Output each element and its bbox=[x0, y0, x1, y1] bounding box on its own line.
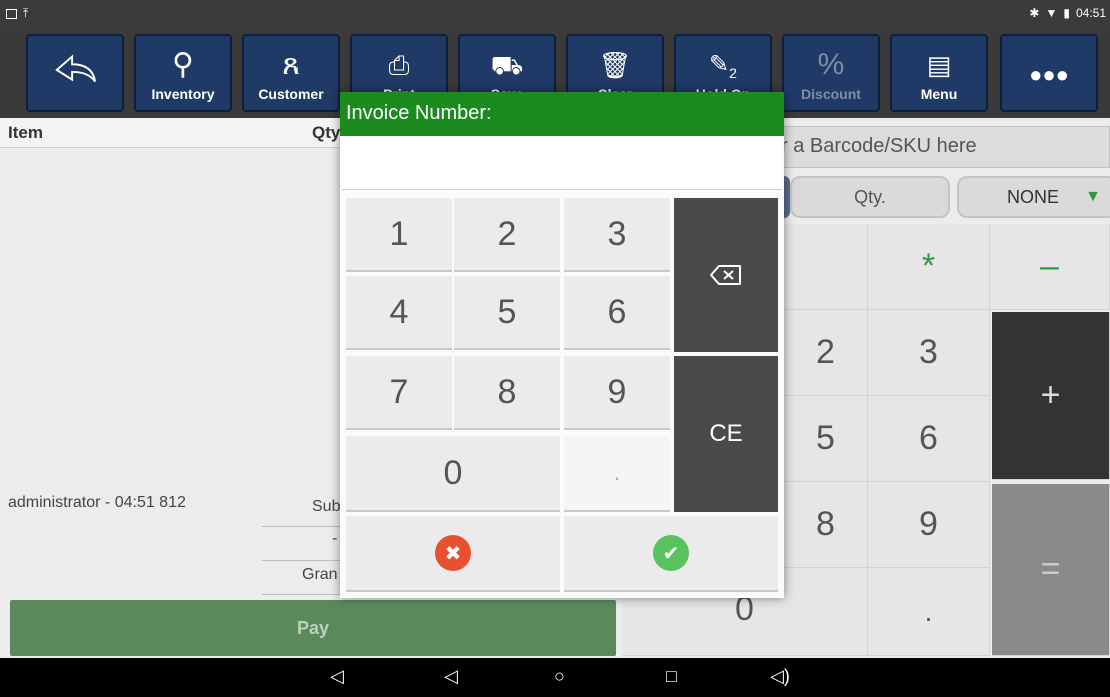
volume-down-icon[interactable]: ◁ bbox=[330, 666, 344, 687]
barcode-input[interactable]: r a Barcode/SKU here bbox=[780, 126, 1110, 168]
divider bbox=[262, 560, 342, 561]
keypad-key-9[interactable]: 9 bbox=[868, 482, 990, 568]
keypad-key-equals[interactable]: = bbox=[992, 484, 1110, 656]
keypad-key-6[interactable]: 6 bbox=[868, 396, 990, 482]
dialog-key-9[interactable]: 9 bbox=[564, 356, 670, 430]
discount-label: Discount bbox=[801, 86, 861, 102]
qty-column-header: Qty bbox=[312, 123, 341, 142]
user-session-info: administrator - 04:51 812 bbox=[8, 494, 186, 511]
cancel-icon: ✖ bbox=[435, 535, 471, 571]
pay-button[interactable]: Pay bbox=[10, 600, 616, 656]
dialog-key-decimal[interactable]: . bbox=[564, 436, 670, 512]
backspace-button[interactable] bbox=[674, 198, 778, 352]
clipboard-icon: ▤ bbox=[926, 50, 952, 80]
grand-total-label: Gran bbox=[302, 566, 338, 583]
pin-icon: ✎2 bbox=[709, 51, 737, 81]
more-icon: ●●● bbox=[1029, 62, 1069, 87]
subtotal-label: Sub bbox=[312, 498, 341, 515]
dialog-key-8[interactable]: 8 bbox=[454, 356, 560, 430]
volume-up-icon[interactable]: ◁) bbox=[770, 666, 790, 687]
upload-icon: ⤒ bbox=[23, 6, 29, 20]
keypad-key-2[interactable]: 2 bbox=[784, 310, 868, 396]
cancel-button[interactable]: ✖ bbox=[346, 516, 560, 592]
dialog-key-7[interactable]: 7 bbox=[346, 356, 452, 430]
divider bbox=[262, 526, 342, 527]
backspace-icon bbox=[710, 265, 741, 285]
dialog-key-3[interactable]: 3 bbox=[564, 198, 670, 272]
checkmark-icon: ✔ bbox=[653, 535, 689, 571]
printer-icon: ⎙ bbox=[388, 50, 410, 80]
customer-label: Customer bbox=[258, 86, 324, 102]
hold-count-badge: 2 bbox=[729, 64, 737, 81]
inventory-button[interactable]: ⚲ Inventory bbox=[134, 34, 232, 112]
discount-button[interactable]: % Discount bbox=[782, 34, 880, 112]
keypad-key-blank[interactable] bbox=[784, 224, 868, 310]
dialog-key-6[interactable]: 6 bbox=[564, 276, 670, 350]
back-nav-icon[interactable]: ◁ bbox=[444, 666, 458, 687]
invoice-number-dialog: Invoice Number: 1 2 3 4 5 6 7 8 9 CE 0 .… bbox=[340, 92, 784, 598]
dialog-key-0[interactable]: 0 bbox=[346, 436, 560, 512]
item-column-header: Item bbox=[8, 123, 43, 142]
price-level-dropdown[interactable]: NONE ▼ bbox=[957, 176, 1110, 218]
cart-icon: ⛟ bbox=[490, 50, 524, 80]
back-arrow-icon bbox=[55, 54, 97, 83]
wifi-icon: ▼ bbox=[1045, 6, 1058, 20]
keypad-key-decimal[interactable]: . bbox=[868, 568, 990, 656]
keypad-key-multiply[interactable]: * bbox=[868, 224, 990, 310]
dialog-key-4[interactable]: 4 bbox=[346, 276, 452, 350]
keypad-key-minus[interactable]: – bbox=[990, 224, 1110, 310]
dialog-title: Invoice Number: bbox=[340, 92, 784, 136]
tax-label: - bbox=[332, 530, 338, 547]
add-person-icon: ጸ bbox=[282, 48, 300, 81]
more-button[interactable]: ●●● bbox=[1000, 34, 1098, 112]
customer-button[interactable]: ጸ Customer bbox=[242, 34, 340, 112]
dialog-key-1[interactable]: 1 bbox=[346, 198, 452, 272]
inventory-label: Inventory bbox=[151, 86, 215, 102]
search-icon: ⚲ bbox=[172, 48, 194, 81]
menu-button[interactable]: ▤ Menu bbox=[890, 34, 988, 112]
dialog-key-2[interactable]: 2 bbox=[454, 198, 560, 272]
trash-icon: 🗑 bbox=[598, 50, 632, 80]
recents-nav-icon[interactable]: □ bbox=[666, 666, 677, 687]
qty-button[interactable]: Qty. bbox=[790, 176, 950, 218]
keypad-key-3[interactable]: 3 bbox=[868, 310, 990, 396]
clear-entry-button[interactable]: CE bbox=[674, 356, 778, 512]
status-bar: ⤒ ✱ ▼ ▮ 04:51 bbox=[0, 0, 1110, 28]
back-button[interactable] bbox=[26, 34, 124, 112]
keypad-key-5[interactable]: 5 bbox=[784, 396, 868, 482]
percent-icon: % bbox=[817, 48, 845, 81]
divider bbox=[262, 594, 342, 595]
dropdown-caret-icon: ▼ bbox=[1085, 188, 1101, 205]
keypad-key-plus[interactable]: + bbox=[992, 312, 1110, 480]
battery-icon: ▮ bbox=[1063, 6, 1070, 20]
home-nav-icon[interactable]: ○ bbox=[554, 666, 565, 687]
menu-label: Menu bbox=[920, 86, 958, 102]
screenshot-icon bbox=[6, 8, 17, 19]
bluetooth-icon: ✱ bbox=[1029, 6, 1040, 20]
clock: 04:51 bbox=[1075, 6, 1106, 20]
invoice-number-input[interactable] bbox=[342, 136, 782, 190]
price-level-value: NONE bbox=[1007, 186, 1060, 207]
dialog-key-5[interactable]: 5 bbox=[454, 276, 560, 350]
system-navigation-bar: ◁ ◁ ○ □ ◁) bbox=[0, 658, 1110, 697]
keypad-key-8[interactable]: 8 bbox=[784, 482, 868, 568]
confirm-button[interactable]: ✔ bbox=[564, 516, 778, 592]
